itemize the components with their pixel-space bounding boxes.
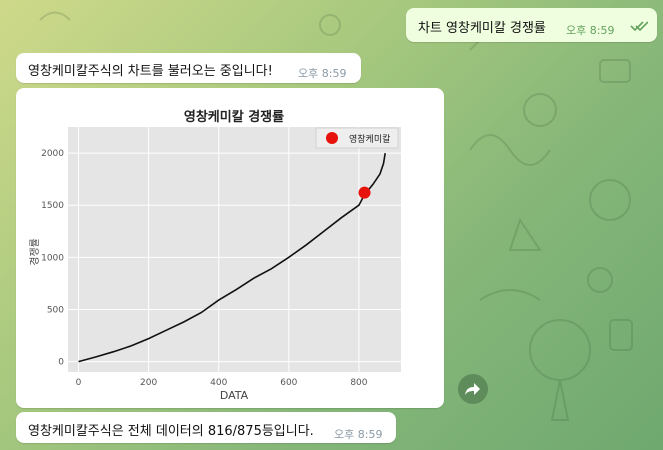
stock-chart: 영창케미칼 경쟁률 0 200 400 600 800 0 500 1000 1500 2000… <box>28 109 401 402</box>
chart-title: 영창케미칼 경쟁률 <box>184 109 284 125</box>
incoming-message-loading[interactable]: 영창케미칼주식의 차트를 불러오는 중입니다! 오후 8:59 <box>16 53 361 83</box>
y-tick-label: 500 <box>47 305 64 315</box>
x-axis-ticks: 0 200 400 600 800 <box>76 378 368 388</box>
result-message-time: 오후 8:59 <box>334 428 383 441</box>
forward-arrow-icon <box>465 383 480 395</box>
highlight-marker <box>358 186 371 199</box>
outgoing-message[interactable]: 차트 영창케미칼 경쟁률 오후 8:59 <box>406 8 657 42</box>
x-tick-label: 800 <box>350 378 367 388</box>
incoming-message-result[interactable]: 영창케미칼주식은 전체 데이터의 816/875등입니다. 오후 8:59 <box>16 412 396 443</box>
outgoing-message-time: 오후 8:59 <box>566 24 615 37</box>
x-tick-label: 0 <box>76 378 82 388</box>
legend: 영창케미칼 <box>315 127 399 149</box>
legend-marker <box>326 132 338 144</box>
x-tick-label: 600 <box>280 378 297 388</box>
x-tick-label: 400 <box>210 378 227 388</box>
legend-label: 영창케미칼 <box>349 134 390 145</box>
y-axis-ticks: 0 500 1000 1500 2000 <box>41 149 64 368</box>
y-tick-label: 2000 <box>41 149 64 159</box>
loading-message-text: 영창케미칼주식의 차트를 불러오는 중입니다! <box>28 64 273 79</box>
plot-area <box>68 127 401 372</box>
result-message-text: 영창케미칼주식은 전체 데이터의 816/875등입니다. <box>28 424 314 439</box>
y-tick-label: 1000 <box>41 253 64 263</box>
outgoing-message-text: 차트 영창케미칼 경쟁률 <box>418 21 546 36</box>
y-axis-label: 경쟁률 <box>28 238 41 266</box>
y-tick-label: 0 <box>58 358 64 368</box>
forward-button[interactable] <box>458 374 488 404</box>
loading-message-time: 오후 8:59 <box>298 67 347 80</box>
double-check-icon <box>630 20 649 36</box>
y-tick-label: 1500 <box>41 201 64 211</box>
x-tick-label: 200 <box>140 378 157 388</box>
incoming-chart-message[interactable]: 영창케미칼 경쟁률 0 200 400 600 800 0 500 1000 1500 2000… <box>16 88 444 408</box>
x-axis-label: DATA <box>220 389 249 402</box>
